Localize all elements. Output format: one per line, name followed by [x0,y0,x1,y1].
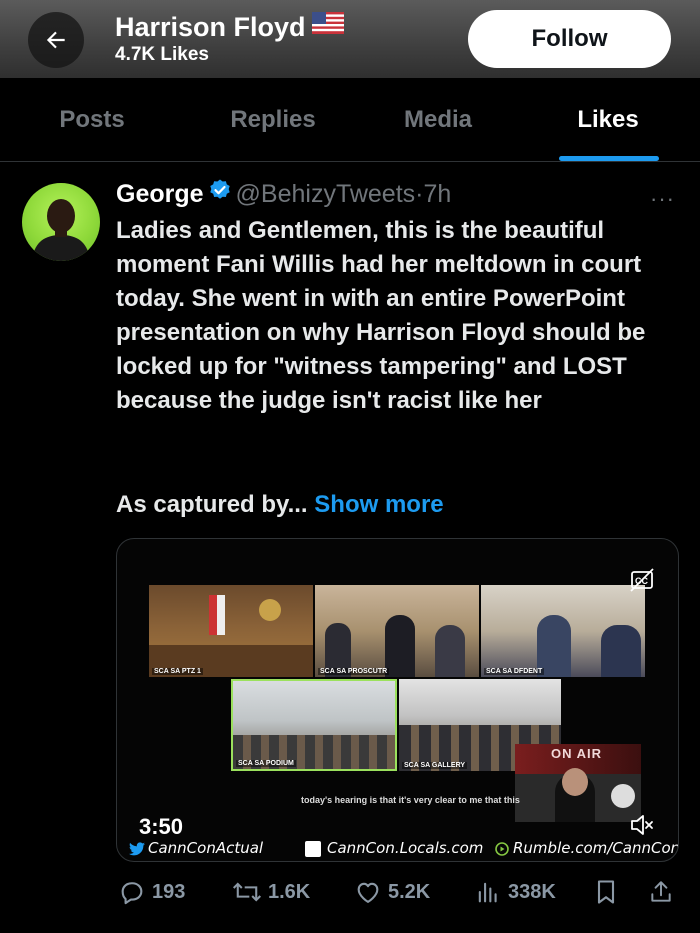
closed-captions-icon[interactable]: CC [629,567,655,598]
tweet-text-tail: As captured by... [116,491,308,518]
reply-icon [121,882,143,905]
watermark-twitter: CannConActual [129,839,263,857]
repost-icon [232,882,262,902]
share-button[interactable] [648,878,680,906]
watermark-locals-text: CannCon.Locals.com [327,839,484,857]
video-duration: 3:50 [139,814,184,839]
rumble-play-icon [495,841,509,856]
like-button[interactable]: 5.2K [354,878,430,906]
reply-count: 193 [152,880,186,903]
likes-count: 4.7K Likes [115,44,209,65]
back-button[interactable] [28,12,84,68]
active-tab-indicator [559,156,659,161]
share-icon [651,881,671,902]
more-options-icon[interactable]: ··· [650,186,675,212]
panel-label: SCA SA PTZ 1 [152,668,203,675]
tweet-time[interactable]: 7h [423,180,451,208]
show-more-link[interactable]: Show more [314,491,443,518]
twitter-bird-icon [129,841,145,855]
avatar-image [32,199,90,261]
bookmark-icon [597,880,615,904]
heart-icon [357,882,379,903]
locals-logo-icon [305,840,321,857]
arrow-left-icon [46,31,65,49]
tweet-author-handle[interactable]: @BehizyTweets [236,180,416,208]
on-air-sign: ON AIR [551,746,603,761]
tweet-actions: 193 1.6K 5.2K 338K [0,872,700,912]
watermark-locals: CannCon.Locals.com [305,839,483,857]
follow-button[interactable]: Follow [468,10,671,68]
video-player[interactable]: SCA SA PTZ 1 SCA SA PROSCUTR SCA SA DFDE… [116,538,679,862]
watermark-rumble: Rumble.com/CannCon [495,839,679,857]
profile-header: Harrison Floyd 4.7K Likes Follow [0,0,700,78]
view-count: 338K [508,880,556,903]
tab-posts[interactable]: Posts [59,106,124,134]
us-flag-icon [311,10,344,41]
panel-label: SCA SA PODIUM [236,760,296,767]
video-panel-ptz: SCA SA PTZ 1 [149,585,313,677]
panel-label: SCA SA GALLERY [402,762,468,769]
tweet-text: Ladies and Gentlemen, this is the beauti… [116,217,646,414]
repost-button[interactable]: 1.6K [232,878,310,906]
tab-media[interactable]: Media [404,106,472,134]
tab-likes[interactable]: Likes [577,106,638,134]
profile-tabs: Posts Replies Media Likes [0,78,700,162]
views-button[interactable]: 338K [474,878,556,906]
like-count: 5.2K [388,880,431,903]
video-panel-prosecutor: SCA SA PROSCUTR [315,585,479,677]
panel-label: SCA SA PROSCUTR [318,668,390,675]
watermark-rumble-text: Rumble.com/CannCon [513,839,679,857]
profile-name-text: Harrison Floyd [115,12,306,42]
tweet-author-name[interactable]: George [116,180,204,208]
video-panel-defendant: SCA SA DFDENT [481,585,645,677]
streamer-inset: ON AIR [515,744,641,822]
panel-label: SCA SA DFDENT [484,668,545,675]
video-panel-podium: SCA SA PODIUM [231,679,397,771]
video-caption: today's hearing is that it's very clear … [301,795,520,805]
reply-button[interactable]: 193 [118,878,185,906]
views-chart-icon [478,882,497,903]
watermark-twitter-text: CannConActual [148,839,264,857]
avatar[interactable] [22,183,100,261]
bookmark-button[interactable] [594,878,624,906]
repost-count: 1.6K [268,880,311,903]
tweet-header: George @BehizyTweets·7h [116,178,451,211]
tab-replies[interactable]: Replies [230,106,315,134]
verified-badge-icon [208,178,232,209]
tweet-text-continued: As captured by... Show more [116,488,444,522]
profile-name: Harrison Floyd [115,12,344,44]
